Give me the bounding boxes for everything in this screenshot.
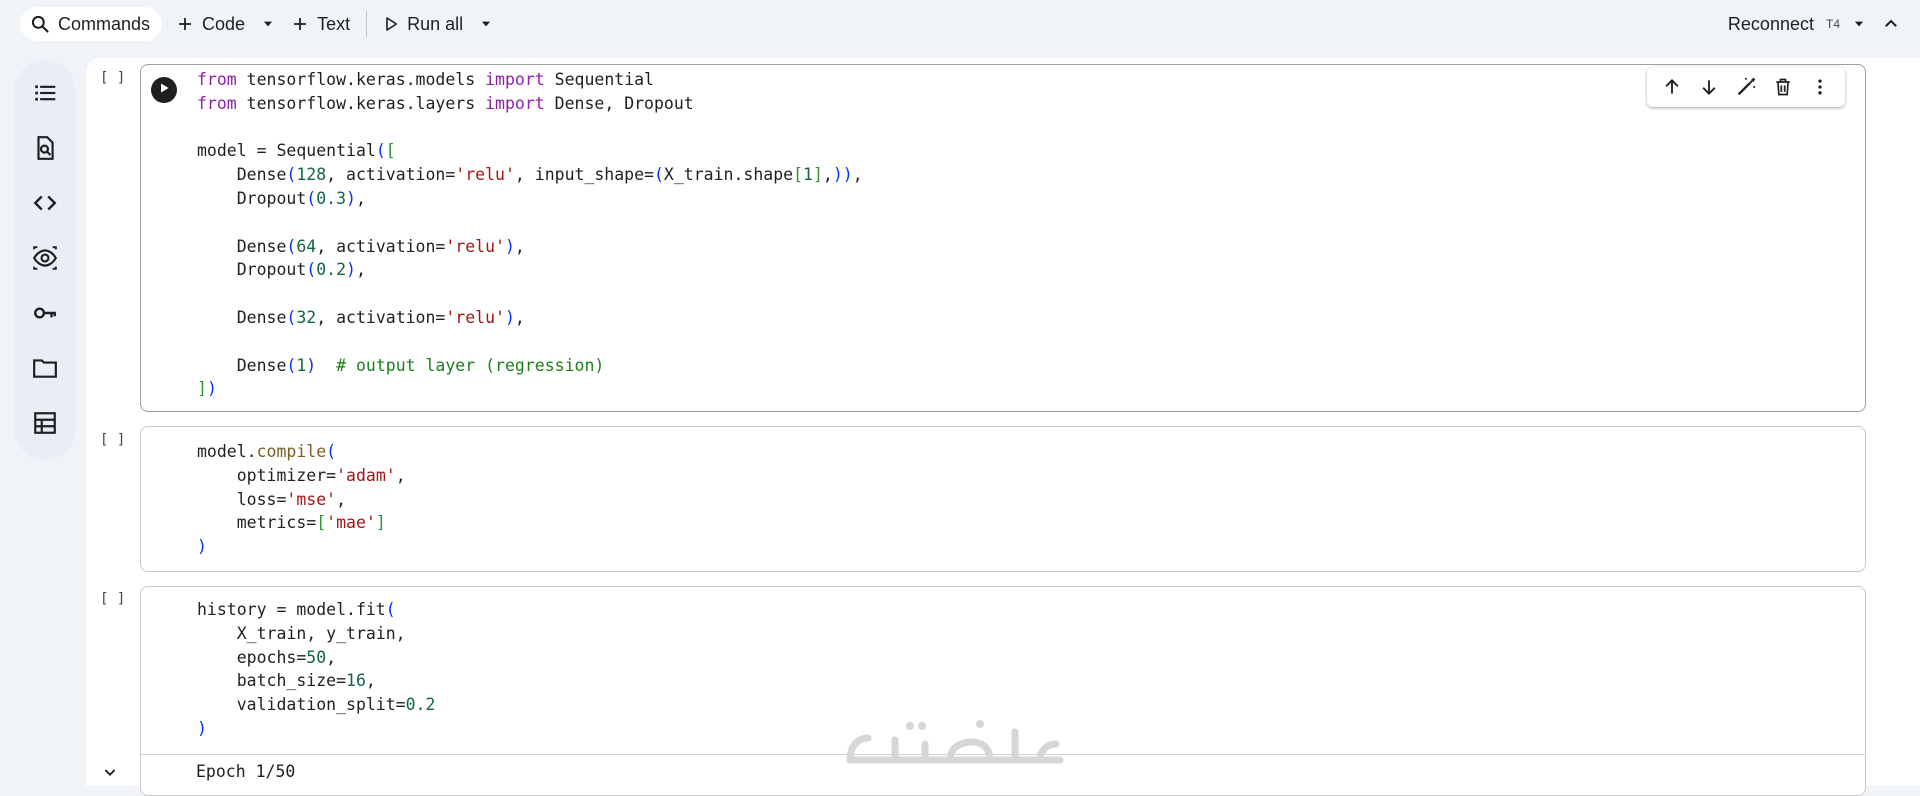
more-vert-icon[interactable] xyxy=(1806,73,1834,101)
collapse-output-chevron-icon[interactable] xyxy=(102,764,118,785)
reconnect-label: Reconnect xyxy=(1727,13,1814,34)
variables-icon[interactable] xyxy=(30,243,60,273)
code-editor[interactable]: history = model.fit( X_train, y_train, e… xyxy=(197,598,435,741)
move-down-icon[interactable] xyxy=(1695,73,1723,101)
chevron-up-icon xyxy=(1882,15,1900,33)
cell-execution-count: [ ] xyxy=(100,432,126,448)
code-snippets-icon[interactable] xyxy=(30,188,60,218)
add-code-button[interactable]: Code xyxy=(166,7,255,41)
runtime-dropdown[interactable] xyxy=(1844,7,1874,41)
commands-label: Commands xyxy=(58,13,151,34)
run-all-dropdown[interactable] xyxy=(473,7,499,41)
code-editor[interactable]: from tensorflow.keras.models import Sequ… xyxy=(197,68,863,401)
table-of-contents-icon[interactable] xyxy=(30,78,60,108)
play-icon xyxy=(158,81,170,99)
left-sidebar-rail xyxy=(14,60,76,460)
khamsat-watermark-logo xyxy=(840,710,1080,774)
files-folder-icon[interactable] xyxy=(30,353,60,383)
search-icon xyxy=(30,14,50,34)
commands-button[interactable]: Commands xyxy=(20,7,163,41)
delete-icon[interactable] xyxy=(1769,73,1797,101)
text-label: Text xyxy=(317,13,351,34)
gpu-badge: T4 xyxy=(1825,17,1840,31)
run-all-button[interactable]: Run all xyxy=(373,7,473,41)
plus-icon xyxy=(291,15,309,33)
add-code-dropdown[interactable] xyxy=(255,7,281,41)
secrets-key-icon[interactable] xyxy=(30,298,60,328)
code-editor[interactable]: model.compile( optimizer='adam', loss='m… xyxy=(197,440,406,559)
code-label: Code xyxy=(202,13,246,34)
caret-down-icon xyxy=(1852,17,1866,31)
runtime-controls: Reconnect T4 xyxy=(1718,0,1920,48)
reconnect-button[interactable]: Reconnect T4 xyxy=(1718,7,1844,41)
add-text-button[interactable]: Text xyxy=(281,7,360,41)
cell-execution-count: [ ] xyxy=(100,70,126,86)
cell-execution-count: [ ] xyxy=(100,591,126,607)
play-outline-icon xyxy=(383,16,399,32)
edit-wand-icon[interactable] xyxy=(1732,73,1760,101)
collapse-header-button[interactable] xyxy=(1874,7,1920,41)
run-all-label: Run all xyxy=(407,13,464,34)
caret-down-icon xyxy=(261,17,275,31)
move-up-icon[interactable] xyxy=(1658,73,1686,101)
find-replace-icon[interactable] xyxy=(30,133,60,163)
run-cell-button[interactable] xyxy=(151,77,177,103)
cell-output-text: Epoch 1/50 xyxy=(196,762,296,781)
data-table-icon[interactable] xyxy=(30,408,60,438)
caret-down-icon xyxy=(479,17,493,31)
code-cell-model-compile[interactable]: model.compile( optimizer='adam', loss='m… xyxy=(140,426,1866,572)
plus-icon xyxy=(176,15,194,33)
top-toolbar: Commands Code Text Run all Reconnect T4 xyxy=(0,0,1920,48)
cell-toolbar xyxy=(1647,67,1845,107)
toolbar-divider xyxy=(366,11,368,37)
code-cell-model-definition[interactable]: from tensorflow.keras.models import Sequ… xyxy=(140,64,1866,412)
